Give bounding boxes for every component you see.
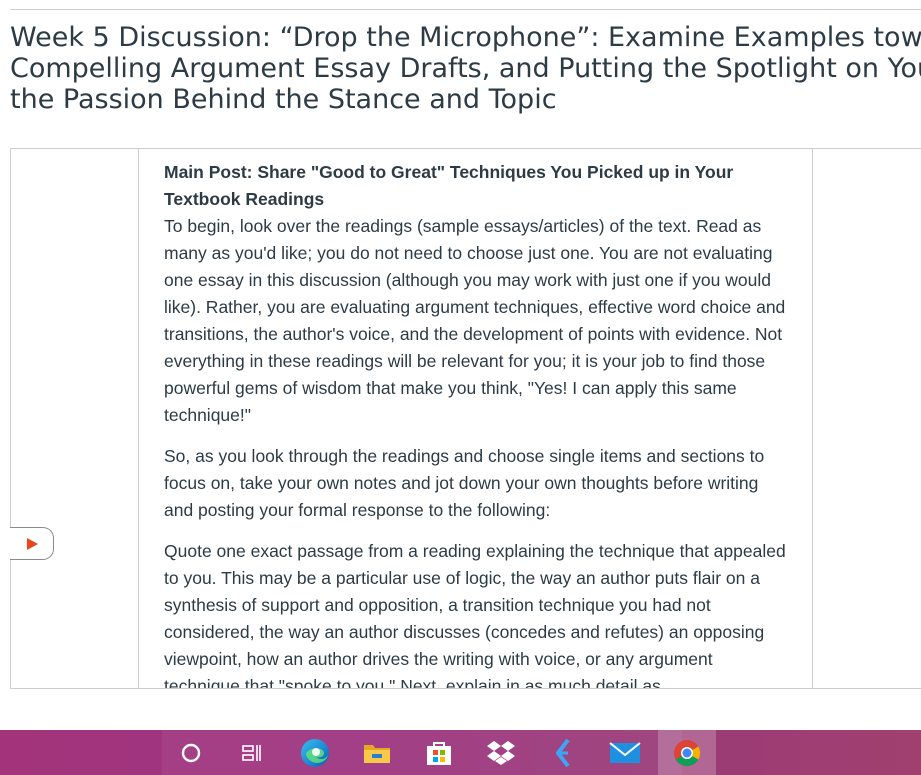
cortana-search-icon[interactable] [162,730,220,775]
dropbox-icon[interactable] [472,730,530,775]
play-icon [26,537,38,550]
discussion-content-frame: Main Post: Share "Good to Great" Techniq… [10,148,921,689]
edge-browser-icon[interactable] [286,730,344,775]
chrome-icon[interactable] [658,730,716,775]
discussion-body: Main Post: Share "Good to Great" Techniq… [164,159,789,689]
main-post-heading: Main Post: Share "Good to Great" Techniq… [164,162,734,209]
paragraph-quote-passage: Quote one exact passage from a reading e… [164,541,786,689]
paragraph-readings: To begin, look over the readings (sample… [164,216,786,425]
task-view-icon[interactable] [222,730,280,775]
windows-taskbar [0,730,921,775]
paragraph-notes: So, as you look through the readings and… [164,446,765,520]
microsoft-store-icon[interactable] [410,730,468,775]
top-divider [10,9,921,10]
page-title: Week 5 Discussion: “Drop the Microphone”… [10,22,921,115]
left-column [11,149,139,688]
page: Week 5 Discussion: “Drop the Microphone”… [0,0,921,775]
play-button[interactable] [10,527,54,560]
mail-icon[interactable] [596,730,654,775]
right-column-divider [812,149,813,688]
file-explorer-icon[interactable] [348,730,406,775]
visual-studio-icon[interactable] [534,730,592,775]
